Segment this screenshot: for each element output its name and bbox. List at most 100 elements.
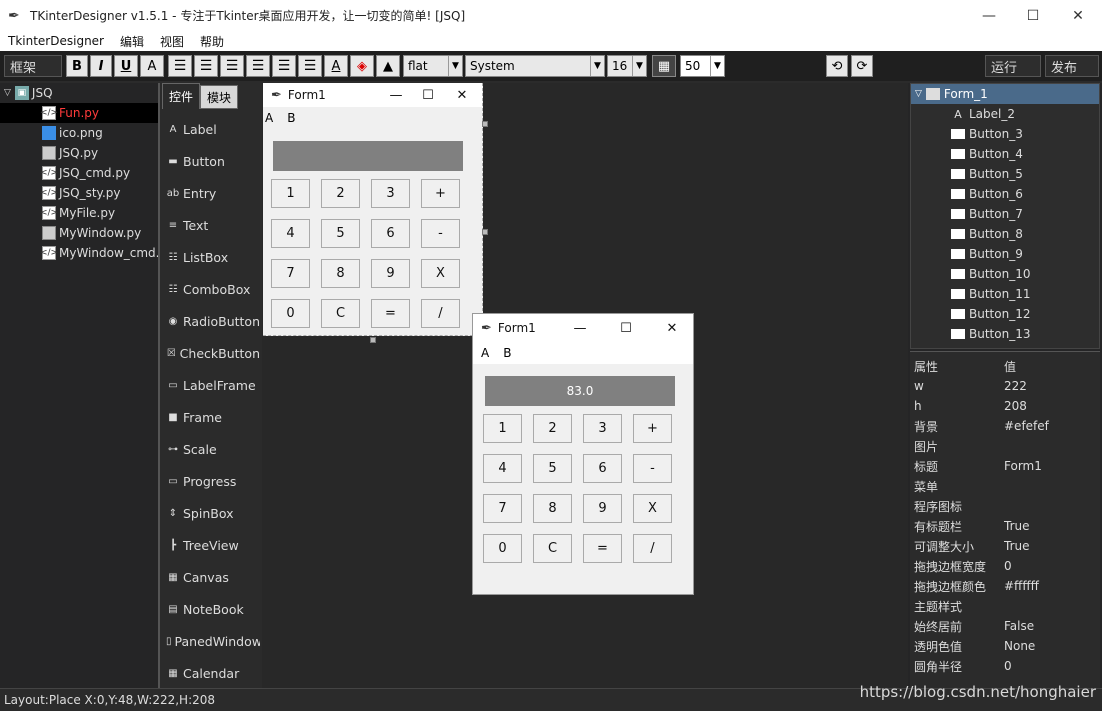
calc-key[interactable]: = (583, 534, 622, 563)
object-item[interactable]: Button_9 (911, 244, 1099, 264)
property-row[interactable]: 透明色值 None (910, 636, 1100, 656)
calc-key[interactable]: = (371, 299, 410, 328)
calc-key[interactable]: 3 (583, 414, 622, 443)
object-item[interactable]: Button_5 (911, 164, 1099, 184)
calc-key[interactable]: 1 (483, 414, 522, 443)
property-value[interactable]: True (1004, 539, 1100, 553)
object-item[interactable]: Button_6 (911, 184, 1099, 204)
object-item[interactable]: A Label_2 (911, 104, 1099, 124)
control-item-spinbox[interactable]: ⇕ SpinBox (166, 503, 260, 523)
property-value[interactable]: False (1004, 619, 1100, 633)
control-item-listbox[interactable]: ☷ ListBox (166, 247, 260, 267)
close-icon[interactable]: ✕ (447, 83, 477, 107)
font-size-select[interactable]: 16 ▼ (607, 55, 647, 77)
menu-help[interactable]: 帮助 (192, 33, 232, 50)
calc-key[interactable]: 7 (271, 259, 310, 288)
minimize-icon[interactable]: — (381, 83, 411, 107)
property-value[interactable]: #efefef (1004, 419, 1100, 433)
object-item[interactable]: Button_10 (911, 264, 1099, 284)
control-item-radiobutton[interactable]: ◉ RadioButton (166, 311, 260, 331)
property-row[interactable]: 主题样式 (910, 596, 1100, 616)
tree-root-form[interactable]: ▽ Form_1 (911, 84, 1099, 104)
file-item[interactable]: </> MyWindow_cmd.py (0, 243, 158, 263)
close-button[interactable]: ✕ (1055, 0, 1101, 31)
file-item[interactable]: </> MyFile.py (0, 203, 158, 223)
control-item-panedwindow[interactable]: ▯ PanedWindow (166, 631, 260, 651)
property-row[interactable]: 拖拽边框颜色 #ffffff (910, 576, 1100, 596)
property-value[interactable]: True (1004, 519, 1100, 533)
minimize-button[interactable]: — (966, 0, 1012, 31)
tab-controls[interactable]: 控件 (162, 83, 201, 109)
maximize-icon[interactable]: ☐ (413, 83, 443, 107)
calc-key[interactable]: 7 (483, 494, 522, 523)
grid-icon[interactable]: ▦ (652, 55, 676, 77)
align-top-icon[interactable]: ☰ (246, 55, 270, 77)
object-item[interactable]: Button_13 (911, 324, 1099, 344)
form-menu-a[interactable]: A (265, 111, 273, 125)
font-a-button[interactable]: A (140, 55, 164, 77)
property-value[interactable]: #ffffff (1004, 579, 1100, 593)
calc-key[interactable]: 8 (533, 494, 572, 523)
calc-key[interactable]: 8 (321, 259, 360, 288)
italic-button[interactable]: I (90, 55, 112, 77)
object-item[interactable]: Button_3 (911, 124, 1099, 144)
align-middle-icon[interactable]: ☰ (272, 55, 296, 77)
fill-color-icon[interactable]: ◈ (350, 55, 374, 77)
calc-key[interactable]: 0 (271, 299, 310, 328)
calc-key[interactable]: X (421, 259, 460, 288)
file-item[interactable]: JSQ.py (0, 143, 158, 163)
calc-key[interactable]: 6 (371, 219, 410, 248)
control-item-calendar[interactable]: ▦ Calendar (166, 663, 260, 683)
property-value[interactable]: Form1 (1004, 459, 1100, 473)
control-item-treeview[interactable]: ┣ TreeView (166, 535, 260, 555)
redo-icon[interactable]: ⟳ (851, 55, 873, 77)
property-row[interactable]: 程序图标 (910, 496, 1100, 516)
property-row[interactable]: 拖拽边框宽度 0 (910, 556, 1100, 576)
calc-key[interactable]: 6 (583, 454, 622, 483)
calc-key[interactable]: 0 (483, 534, 522, 563)
calc-key[interactable]: + (633, 414, 672, 443)
property-value[interactable]: 0 (1004, 559, 1100, 573)
form-design[interactable]: ✒ Form1 — ☐ ✕ A B 1 2 3 +4 5 6- 7 8 9 X 0 C = / (263, 83, 483, 336)
calc-key[interactable]: 1 (271, 179, 310, 208)
resize-handle[interactable] (482, 229, 488, 235)
menu-view[interactable]: 视图 (152, 33, 192, 50)
object-item[interactable]: Button_12 (911, 304, 1099, 324)
file-item[interactable]: </> JSQ_cmd.py (0, 163, 158, 183)
minimize-icon[interactable]: — (565, 314, 595, 342)
form-menu-b[interactable]: B (503, 346, 511, 360)
calc-key[interactable]: + (421, 179, 460, 208)
frame-selector[interactable]: 框架 (4, 55, 62, 77)
property-row[interactable]: 背景 #efefef (910, 416, 1100, 436)
align-center-icon[interactable]: ☰ (194, 55, 218, 77)
property-row[interactable]: w 222 (910, 376, 1100, 396)
property-row[interactable]: 标题 Form1 (910, 456, 1100, 476)
property-row[interactable]: 菜单 (910, 476, 1100, 496)
menu-tkinterdesigner[interactable]: TkinterDesigner (0, 34, 112, 48)
file-item[interactable]: ico.png (0, 123, 158, 143)
control-item-button[interactable]: ▬ Button (166, 151, 260, 171)
bold-button[interactable]: B (66, 55, 88, 77)
object-item[interactable]: Button_4 (911, 144, 1099, 164)
align-left-icon[interactable]: ☰ (168, 55, 192, 77)
calc-key[interactable]: C (533, 534, 572, 563)
property-row[interactable]: 可调整大小 True (910, 536, 1100, 556)
maximize-icon[interactable]: ☐ (611, 314, 641, 342)
control-item-labelframe[interactable]: ▭ LabelFrame (166, 375, 260, 395)
tree-root-jsq[interactable]: ▽ ▣ JSQ (0, 83, 158, 103)
underline-button[interactable]: U (114, 55, 138, 77)
calc-key[interactable]: 4 (271, 219, 310, 248)
calc-key[interactable]: 5 (321, 219, 360, 248)
calc-key[interactable]: / (633, 534, 672, 563)
resize-handle[interactable] (370, 337, 376, 343)
control-item-scale[interactable]: ⊶ Scale (166, 439, 260, 459)
property-value[interactable]: 208 (1004, 399, 1100, 413)
align-right-icon[interactable]: ☰ (220, 55, 244, 77)
property-row[interactable]: 图片 (910, 436, 1100, 456)
property-row[interactable]: 始终居前 False (910, 616, 1100, 636)
design-canvas[interactable]: ✒ Form1 — ☐ ✕ A B 1 2 3 +4 5 6-7 8 9 X 0 C = / ✒ For… (262, 83, 908, 688)
font-color-icon[interactable]: A (324, 55, 348, 77)
control-item-progress[interactable]: ▭ Progress (166, 471, 260, 491)
calc-key[interactable]: / (421, 299, 460, 328)
object-item[interactable]: Button_7 (911, 204, 1099, 224)
